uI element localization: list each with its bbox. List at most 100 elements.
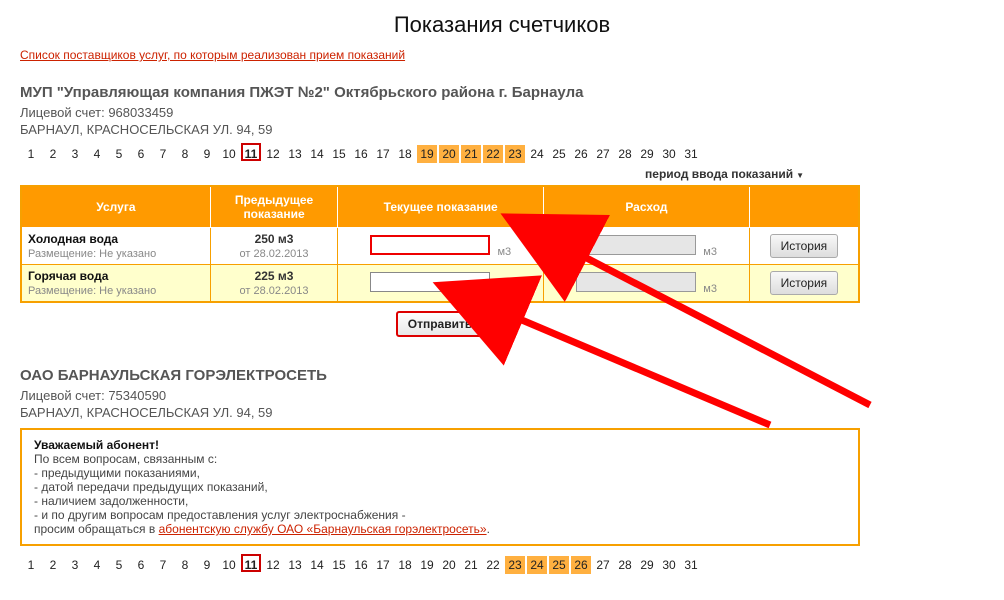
calendar-day[interactable]: 15 [329,145,349,163]
calendar-day[interactable]: 6 [131,556,151,574]
calendar-day[interactable]: 19 [417,145,437,163]
calendar-day[interactable]: 27 [593,556,613,574]
calendar-day[interactable]: 28 [615,556,635,574]
calendar-day[interactable]: 7 [153,556,173,574]
th-hist [749,186,859,228]
unit: м3 [497,283,511,295]
calendar-day[interactable]: 24 [527,145,547,163]
page-title: Показания счетчиков [20,12,984,38]
calendar-day[interactable]: 31 [681,556,701,574]
subscriber-service-link[interactable]: абонентскую службу ОАО «Барнаульская гор… [159,522,487,536]
calendar-day[interactable]: 20 [439,145,459,163]
calendar-day[interactable]: 8 [175,556,195,574]
notice-greeting: Уважаемый абонент! [34,438,159,452]
calendar-day[interactable]: 12 [263,145,283,163]
calendar-day[interactable]: 30 [659,145,679,163]
calendar-day[interactable]: 18 [395,556,415,574]
calendar-day[interactable]: 28 [615,145,635,163]
th-prev: Предыдущее показание [210,186,337,228]
calendar-day[interactable]: 14 [307,145,327,163]
notice-line: просим обращаться в [34,522,159,536]
table-row: Холодная вода Размещение: Не указано 250… [21,228,859,265]
providers-link[interactable]: Список поставщиков услуг, по которым реа… [20,48,405,62]
notice-line: - наличием задолженности, [34,494,188,508]
calendar-day[interactable]: 23 [505,145,525,163]
unit: м3 [703,283,717,295]
calendar-day[interactable]: 29 [637,145,657,163]
account-label: Лицевой счет: [20,105,105,120]
company2-account-line: Лицевой счет: 75340590 [20,388,984,403]
th-cons: Расход [544,186,750,228]
calendar-day[interactable]: 8 [175,145,195,163]
history-button[interactable]: История [770,234,839,258]
calendar-day[interactable]: 27 [593,145,613,163]
calendar-day[interactable]: 25 [549,556,569,574]
calendar-day[interactable]: 26 [571,556,591,574]
calendar-day[interactable]: 9 [197,556,217,574]
calendar-day[interactable]: 19 [417,556,437,574]
calendar-day[interactable]: 22 [483,145,503,163]
calendar-day[interactable]: 17 [373,145,393,163]
calendar-day[interactable]: 25 [549,145,569,163]
calendar-day[interactable]: 20 [439,556,459,574]
calendar-day[interactable]: 16 [351,145,371,163]
calendar-day[interactable]: 11 [241,143,261,161]
calendar-day[interactable]: 22 [483,556,503,574]
company1-account-line: Лицевой счет: 968033459 [20,105,984,120]
calendar-day[interactable]: 13 [285,145,305,163]
calendar-day[interactable]: 2 [43,556,63,574]
svc-placement: Размещение: Не указано [28,285,156,297]
calendar-day[interactable]: 21 [461,145,481,163]
table-row: Горячая вода Размещение: Не указано 225 … [21,265,859,303]
submit-button[interactable]: Отправить [396,311,484,337]
consumption-field [576,272,696,292]
notice-line: По всем вопросам, связанным с: [34,452,217,466]
svc-placement: Размещение: Не указано [28,248,156,260]
calendar-day[interactable]: 12 [263,556,283,574]
calendar-day[interactable]: 13 [285,556,305,574]
calendar-day[interactable]: 1 [21,556,41,574]
calendar-day[interactable]: 1 [21,145,41,163]
prev-date: от 28.02.2013 [240,248,309,260]
calendar-day[interactable]: 2 [43,145,63,163]
calendar-day[interactable]: 10 [219,145,239,163]
calendar-day[interactable]: 16 [351,556,371,574]
calendar-day[interactable]: 9 [197,145,217,163]
calendar-day[interactable]: 17 [373,556,393,574]
company2-address: БАРНАУЛ, КРАСНОСЕЛЬСКАЯ УЛ. 94, 59 [20,405,984,420]
period-label[interactable]: период ввода показаний [20,167,984,181]
calendar-day[interactable]: 15 [329,556,349,574]
current-reading-input[interactable] [370,272,490,292]
prev-value: 250 м3 [255,232,294,246]
calendar-day[interactable]: 5 [109,145,129,163]
calendar-day[interactable]: 24 [527,556,547,574]
calendar-day[interactable]: 6 [131,145,151,163]
calendar-day[interactable]: 3 [65,556,85,574]
calendar-day[interactable]: 18 [395,145,415,163]
company2-name: ОАО БАРНАУЛЬСКАЯ ГОРЭЛЕКТРОСЕТЬ [20,367,984,384]
notice-line: . [487,522,490,536]
unit: м3 [497,246,511,258]
readings-table: Услуга Предыдущее показание Текущее пока… [20,185,860,303]
calendar-day[interactable]: 14 [307,556,327,574]
prev-value: 225 м3 [255,269,294,283]
calendar-day[interactable]: 10 [219,556,239,574]
calendar-day[interactable]: 3 [65,145,85,163]
calendar-day[interactable]: 4 [87,145,107,163]
calendar-day[interactable]: 5 [109,556,129,574]
calendar-day[interactable]: 26 [571,145,591,163]
calendar-day[interactable]: 31 [681,145,701,163]
current-reading-input[interactable] [370,235,490,255]
th-service: Услуга [21,186,210,228]
svc-name: Холодная вода [28,232,118,246]
calendar-day[interactable]: 21 [461,556,481,574]
calendar-day[interactable]: 29 [637,556,657,574]
calendar-day[interactable]: 11 [241,554,261,572]
calendar-day[interactable]: 4 [87,556,107,574]
calendar-day[interactable]: 23 [505,556,525,574]
history-button[interactable]: История [770,271,839,295]
calendar-day[interactable]: 7 [153,145,173,163]
notice-box: Уважаемый абонент! По всем вопросам, свя… [20,428,860,546]
calendar-day[interactable]: 30 [659,556,679,574]
notice-line: - предыдущими показаниями, [34,466,200,480]
